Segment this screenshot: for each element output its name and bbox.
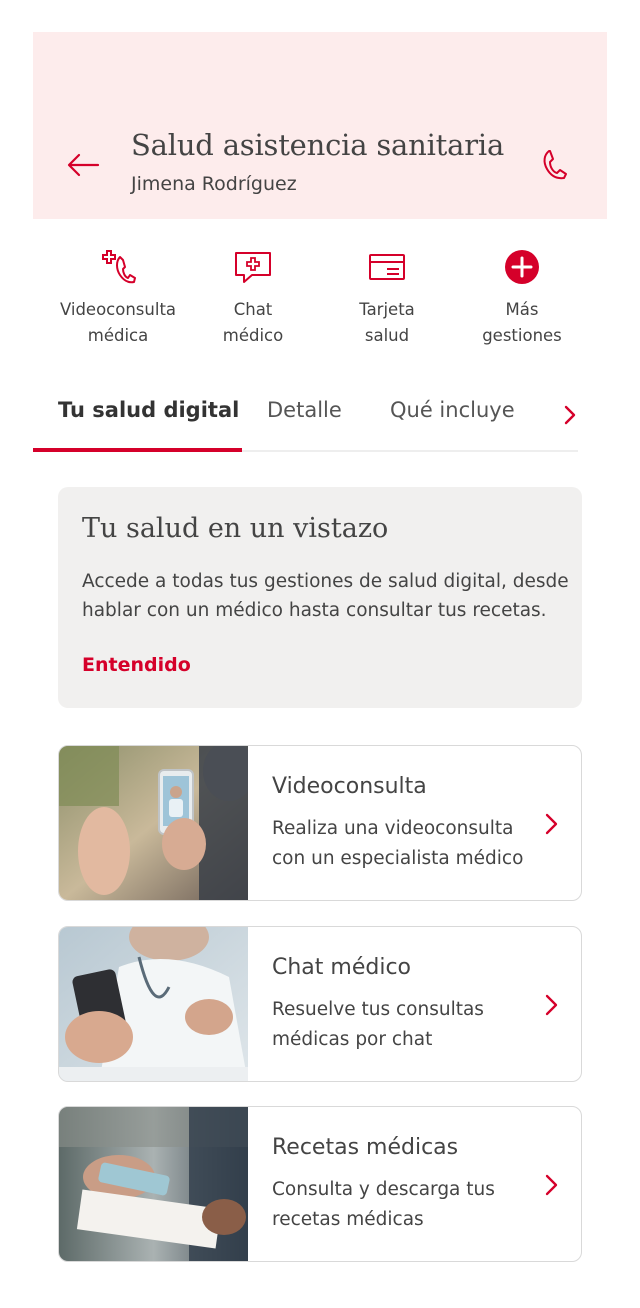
service-description: Resuelve tus consultas médicas por chat [272, 999, 484, 1050]
health-card-icon [369, 254, 405, 280]
quick-action-chat-medico[interactable]: Chat médico [183, 247, 323, 349]
service-title: Videoconsulta [272, 774, 427, 799]
quick-action-label: Más gestiones [482, 300, 562, 345]
tab-detalle[interactable]: Detalle [267, 398, 342, 422]
active-tab-indicator [33, 448, 242, 452]
quick-actions: Videoconsulta médica Chat médico Tarjeta sa… [33, 247, 607, 357]
medical-chat-icon [235, 252, 271, 283]
service-card-recetas-medicas[interactable]: Recetas médicas Consulta y descarga tus … [58, 1106, 582, 1262]
service-description: Realiza una videoconsulta con un especia… [272, 818, 524, 869]
video-call-photo [59, 746, 248, 900]
plus-circle-icon [505, 250, 539, 284]
service-card-chat-medico[interactable]: Chat médico Resuelve tus consultas médic… [58, 926, 582, 1082]
app-header: Salud asistencia sanitaria Jimena Rodríg… [33, 32, 607, 219]
tab-bar: Tu salud digital Detalle Qué incluye [33, 386, 607, 452]
tab-tu-salud-digital[interactable]: Tu salud digital [58, 398, 239, 422]
prescription-photo [59, 1107, 248, 1261]
phone-icon[interactable] [538, 146, 570, 184]
tab-que-incluye[interactable]: Qué incluye [390, 398, 515, 422]
info-card: Tu salud en un vistazo Accede a todas tu… [58, 487, 582, 708]
chevron-right-icon [545, 1174, 558, 1196]
service-title: Chat médico [272, 955, 412, 980]
page-subtitle: Jimena Rodríguez [131, 173, 297, 195]
quick-action-label: Chat médico [222, 300, 284, 345]
video-consult-icon [102, 250, 136, 284]
quick-action-label: Videoconsulta médica [59, 300, 177, 345]
page-title: Salud asistencia sanitaria [131, 128, 505, 162]
dismiss-button[interactable]: Entendido [82, 654, 191, 676]
service-description: Consulta y descarga tus recetas médicas [272, 1179, 495, 1230]
quick-action-videoconsulta[interactable]: Videoconsulta médica [48, 247, 188, 349]
doctor-phone-photo [59, 927, 248, 1081]
quick-action-mas-gestiones[interactable]: Más gestiones [452, 247, 592, 349]
info-card-title: Tu salud en un vistazo [82, 513, 389, 544]
chevron-right-icon[interactable] [557, 400, 583, 430]
service-card-videoconsulta[interactable]: Videoconsulta Realiza una videoconsulta … [58, 745, 582, 901]
chevron-right-icon [545, 994, 558, 1016]
back-arrow-icon[interactable] [65, 150, 101, 180]
service-title: Recetas médicas [272, 1135, 459, 1160]
quick-action-tarjeta-salud[interactable]: Tarjeta salud [317, 247, 457, 349]
chevron-right-icon [545, 813, 558, 835]
info-card-description: Accede a todas tus gestiones de salud di… [82, 571, 569, 621]
quick-action-label: Tarjeta salud [359, 300, 415, 345]
